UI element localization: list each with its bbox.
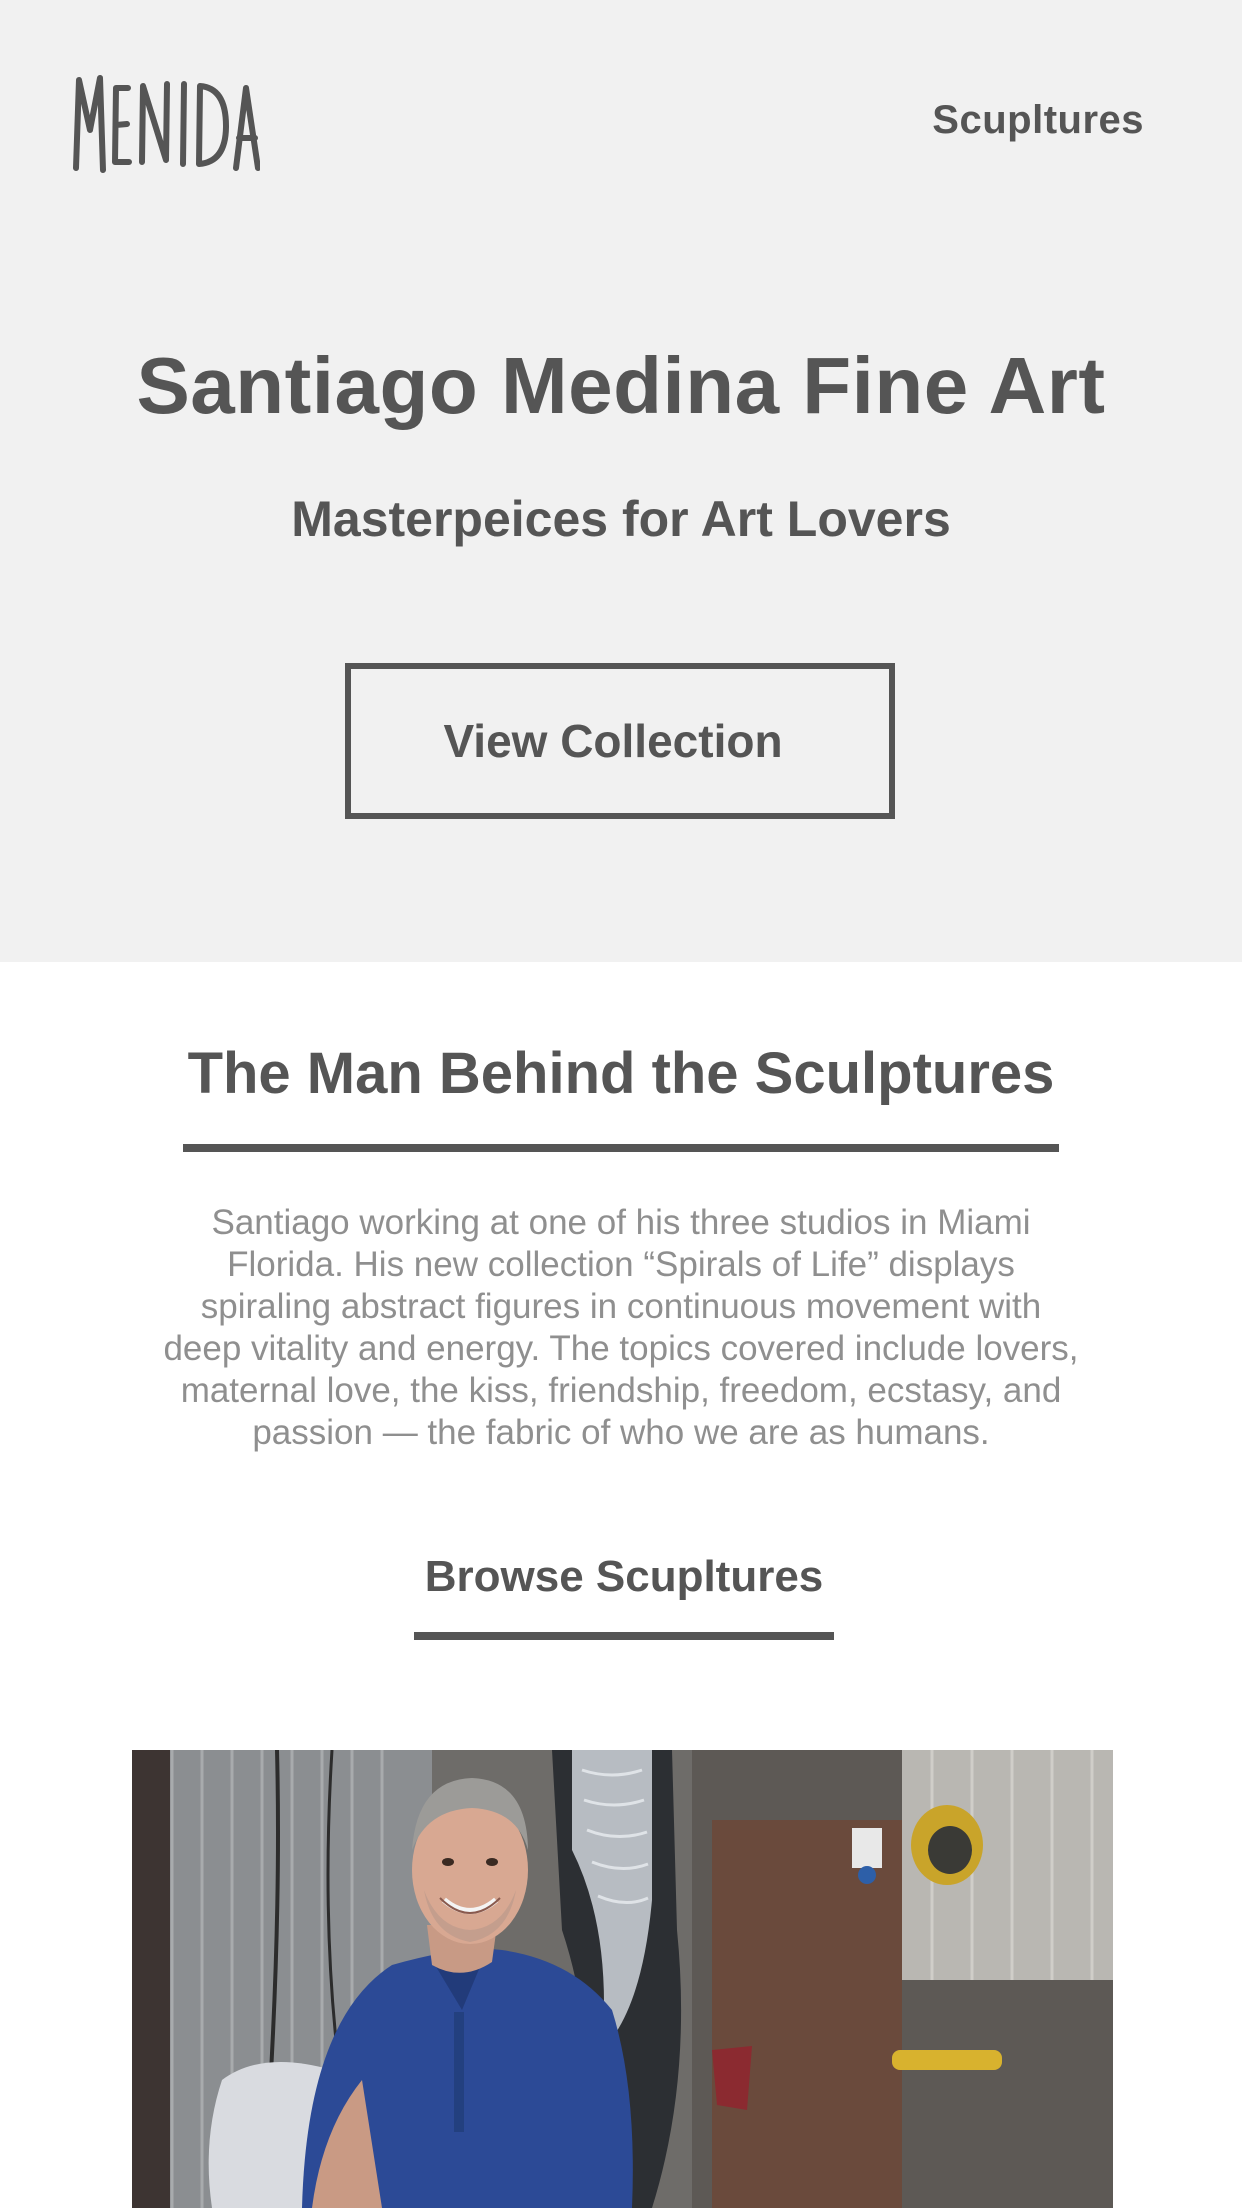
menida-logo[interactable] xyxy=(70,70,261,180)
browse-link-underline xyxy=(414,1632,834,1640)
artist-portrait-illustration xyxy=(132,1750,1113,2208)
browse-sculptures-link[interactable]: Browse Scupltures xyxy=(414,1552,834,1602)
heading-underline-divider xyxy=(183,1144,1059,1152)
about-heading: The Man Behind the Sculptures xyxy=(187,1041,1055,1106)
hero-subtitle: Masterpeices for Art Lovers xyxy=(291,491,951,547)
nav-sculptures-link[interactable]: Scupltures xyxy=(932,98,1144,143)
artist-portrait-photo xyxy=(132,1750,1113,2208)
about-body-text: Santiago working at one of his three stu… xyxy=(163,1203,1079,1452)
hero-title: Santiago Medina Fine Art xyxy=(136,341,1106,430)
logo-mark-icon xyxy=(73,75,261,173)
view-collection-button[interactable]: View Collection xyxy=(345,663,895,819)
hero-section: Scupltures Santiago Medina Fine Art Mast… xyxy=(0,0,1242,962)
